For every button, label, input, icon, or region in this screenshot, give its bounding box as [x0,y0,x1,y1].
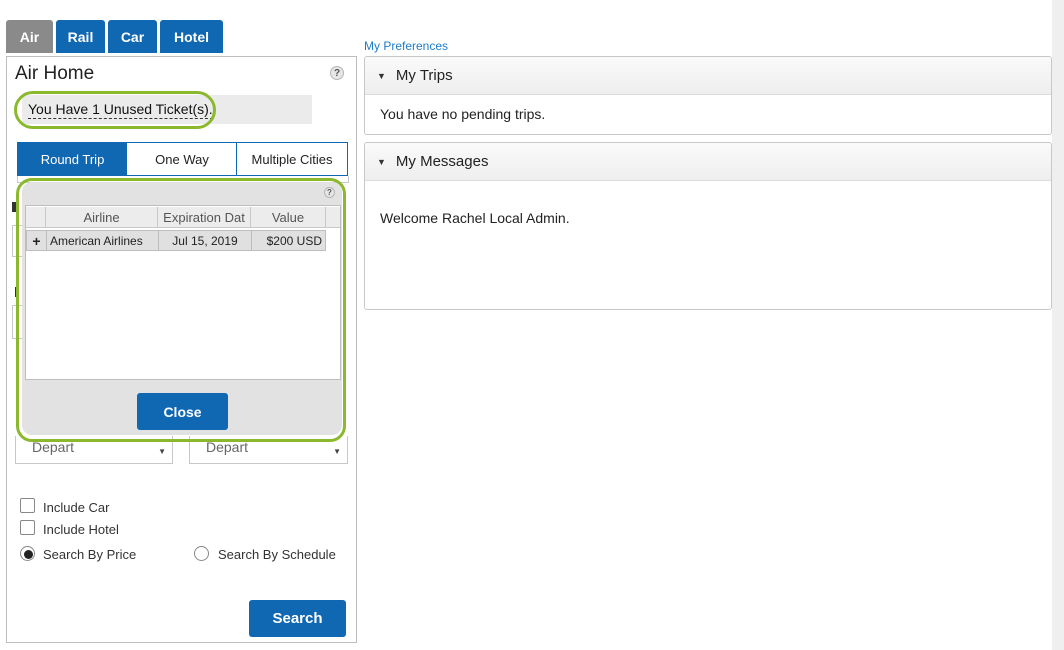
help-icon[interactable]: ? [330,66,344,80]
highlight-oval-tickets [14,91,216,129]
my-trips-title: My Trips [395,67,453,84]
trip-type-round-trip[interactable]: Round Trip [17,142,128,176]
caret-down-icon: ▼ [377,70,386,81]
search-by-schedule-radio[interactable] [194,546,209,561]
highlight-oval-popup [16,178,346,442]
my-messages-title: My Messages [395,153,489,170]
tab-rail[interactable]: Rail [56,20,105,53]
include-hotel-checkbox[interactable] [20,520,35,535]
caret-down-icon: ▼ [377,156,386,167]
page-title: Air Home [15,63,95,84]
chevron-down-icon: ▼ [333,447,341,456]
search-button[interactable]: Search [249,600,346,637]
chevron-down-icon: ▼ [158,447,166,456]
tab-car[interactable]: Car [108,20,157,53]
trip-type-one-way[interactable]: One Way [126,142,238,176]
my-preferences-link[interactable]: My Preferences [364,39,448,53]
my-messages-text: Welcome Rachel Local Admin. [380,210,570,226]
my-messages-header[interactable]: ▼ My Messages [365,143,1051,181]
search-by-schedule-label: Search By Schedule [218,547,336,562]
search-by-price-radio[interactable] [20,546,35,561]
tab-air[interactable]: Air [6,20,53,53]
trip-type-multiple-cities[interactable]: Multiple Cities [236,142,348,176]
include-car-checkbox[interactable] [20,498,35,513]
include-car-label: Include Car [43,500,110,515]
include-hotel-label: Include Hotel [43,522,119,537]
my-trips-message: You have no pending trips. [380,106,546,122]
page-scrollbar[interactable] [1052,0,1064,650]
search-by-price-label: Search By Price [43,547,137,562]
tab-hotel[interactable]: Hotel [160,20,223,53]
my-trips-header[interactable]: ▼ My Trips [365,57,1051,95]
